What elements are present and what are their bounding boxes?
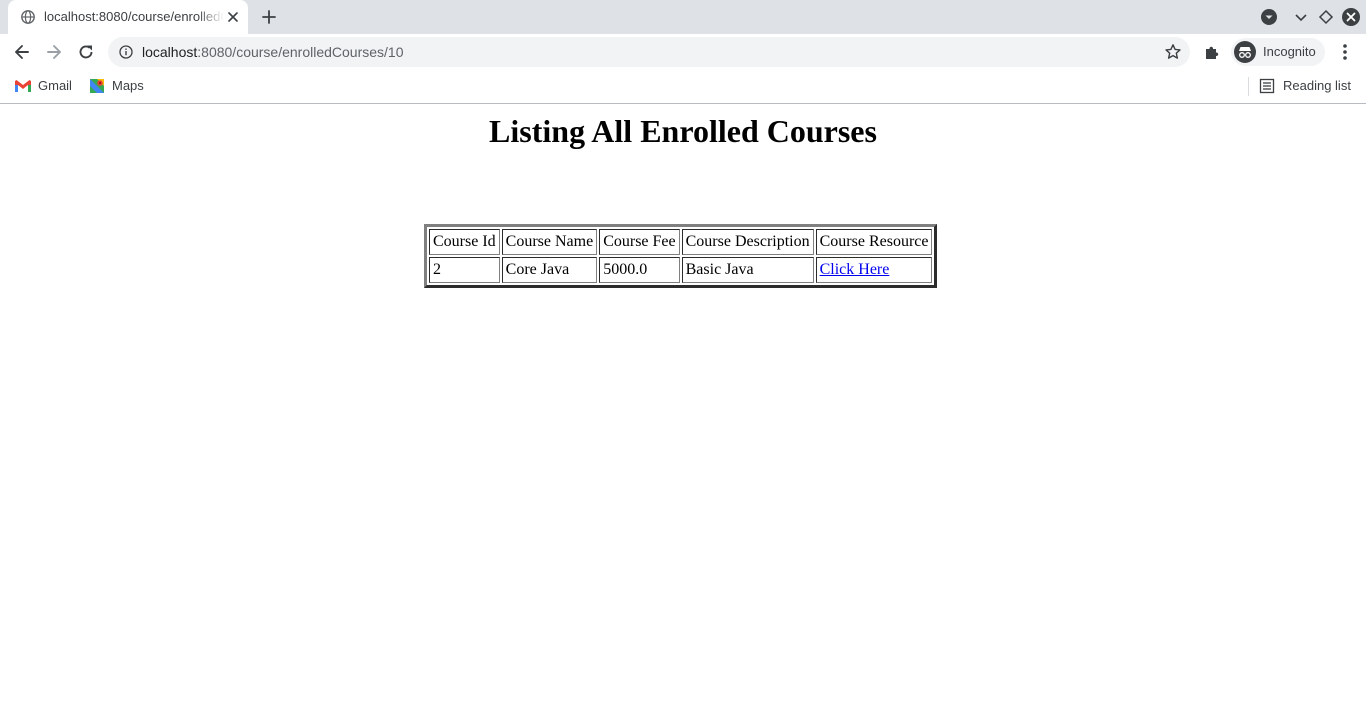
maps-icon	[90, 79, 104, 93]
reading-list-label: Reading list	[1283, 78, 1351, 93]
browser-menu-icon[interactable]	[1336, 42, 1354, 62]
page-content: Listing All Enrolled Courses Course Id C…	[0, 104, 1366, 727]
browser-toolbar: localhost:8080/course/enrolledCourses/10…	[0, 34, 1366, 70]
bookmark-star-icon[interactable]	[1164, 43, 1182, 61]
url-text[interactable]: localhost:8080/course/enrolledCourses/10	[142, 44, 404, 60]
gmail-icon	[15, 80, 31, 92]
cell-course-fee: 5000.0	[599, 257, 680, 283]
url-path: :8080/course/enrolledCourses/10	[197, 44, 404, 60]
cell-course-name: Core Java	[501, 257, 598, 283]
reload-icon[interactable]	[76, 42, 96, 62]
extensions-icon[interactable]	[1203, 43, 1221, 61]
forward-icon[interactable]	[44, 42, 64, 62]
cell-course-id: 2	[429, 257, 500, 283]
close-tab-icon[interactable]	[225, 9, 241, 25]
bookmark-label: Gmail	[38, 78, 72, 93]
window-close-icon[interactable]	[1341, 7, 1361, 27]
course-resource-link[interactable]: Click Here	[820, 261, 890, 278]
site-info-icon[interactable]	[119, 45, 133, 59]
browser-chrome: localhost:8080/course/enrolledCourses/10	[0, 0, 1366, 104]
tab-title: localhost:8080/course/enrolledCourses/10	[44, 9, 224, 24]
header-course-id: Course Id	[429, 229, 500, 255]
bookmark-label: Maps	[112, 78, 144, 93]
reading-list-button[interactable]: Reading list	[1259, 77, 1359, 97]
address-bar[interactable]: localhost:8080/course/enrolledCourses/10	[108, 37, 1190, 67]
bookmark-maps[interactable]: Maps	[88, 77, 150, 97]
incognito-label: Incognito	[1263, 44, 1316, 59]
header-course-resource: Course Resource	[815, 229, 933, 255]
bookmark-gmail[interactable]: Gmail	[14, 77, 76, 97]
incognito-icon	[1234, 41, 1256, 63]
bookmarks-bar: Gmail Maps Reading list	[0, 70, 1366, 103]
page-title: Listing All Enrolled Courses	[489, 113, 877, 149]
url-host: localhost	[142, 44, 198, 60]
tab-search-icon[interactable]	[1260, 8, 1278, 26]
back-icon[interactable]	[12, 42, 32, 62]
table-row: 2 Core Java 5000.0 Basic Java Click Here	[429, 257, 933, 283]
bookmarks-divider	[1248, 77, 1249, 96]
minimize-icon[interactable]	[1292, 8, 1310, 26]
header-course-description: Course Description	[681, 229, 814, 255]
table-header-row: Course Id Course Name Course Fee Course …	[429, 229, 933, 255]
tab-strip: localhost:8080/course/enrolledCourses/10	[0, 0, 1366, 34]
maximize-icon[interactable]	[1317, 8, 1335, 26]
globe-icon	[21, 10, 35, 24]
incognito-indicator[interactable]: Incognito	[1231, 38, 1325, 66]
header-course-fee: Course Fee	[599, 229, 680, 255]
cell-course-description: Basic Java	[681, 257, 814, 283]
header-course-name: Course Name	[501, 229, 598, 255]
enrolled-courses-table: Course Id Course Name Course Fee Course …	[424, 224, 938, 288]
cell-course-resource: Click Here	[815, 257, 933, 283]
reading-list-icon	[1259, 78, 1275, 94]
new-tab-icon[interactable]	[259, 7, 279, 27]
browser-tab[interactable]: localhost:8080/course/enrolledCourses/10	[8, 0, 248, 34]
